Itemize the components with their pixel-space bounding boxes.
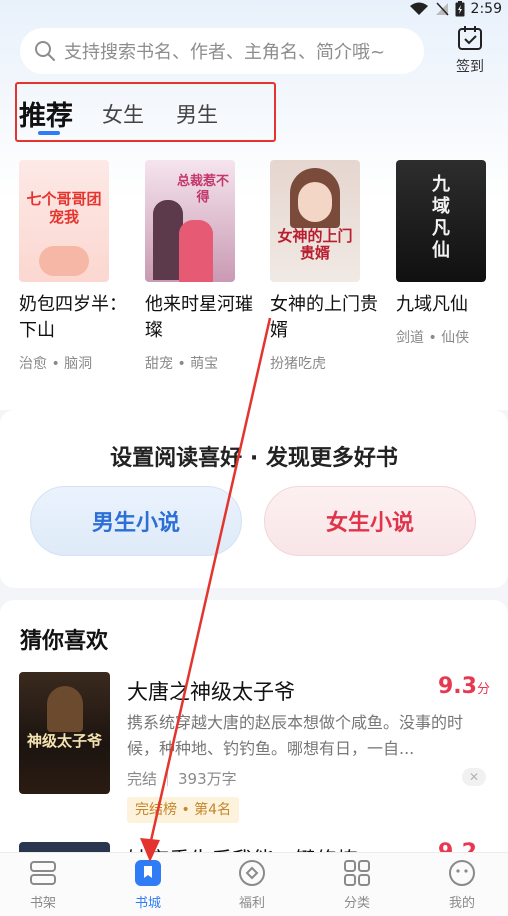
status-bar: 2:59 [409,0,502,18]
book-tags: 扮猪吃虎 [270,356,326,372]
cover-text: 总裁惹不得 [176,174,229,205]
book-title[interactable]: 大唐之神级太子爷 [127,676,295,706]
female-novel-button[interactable]: 女生小说 [264,486,476,556]
search-bar[interactable]: 支持搜索书名、作者、主角名、简介哦~ [20,28,424,74]
bookshelf-icon [30,861,56,885]
coin-icon [239,860,265,886]
nav-profile[interactable]: 我的 [432,858,492,911]
score-value: 9.3 [438,674,477,699]
book-title: 他来时星河璀璨 [145,294,253,341]
nav-welfare[interactable]: 福利 [222,858,282,911]
dismiss-button[interactable]: ✕ [462,768,486,786]
nav-category[interactable]: 分类 [327,858,387,911]
search-icon [35,41,55,61]
grid-icon [344,860,370,886]
nav-label: 福利 [238,896,265,911]
nav-label: 我的 [448,896,475,911]
book-tags: 甜宠 • 萌宝 [145,356,219,372]
cover-text: 七个哥哥团宠我 [26,190,102,226]
book-status: 完结 [127,770,158,788]
cover-text: 女神的上门贵婿 [277,227,353,262]
recommend-book[interactable]: 七个哥哥团宠我 奶包四岁半：下山 治愈 • 脑洞 [19,160,131,373]
wifi-icon [409,2,428,15]
book-title: 九域凡仙 [396,294,468,315]
book-cover: 七个哥哥团宠我 [19,160,109,282]
book-cover: 九域凡仙 [396,160,486,282]
rank-badge: 完结榜 • 第4名 [127,797,240,823]
checkin-label: 签到 [456,59,484,75]
cover-text: 九域凡仙 [432,174,450,261]
tab-recommend[interactable]: 推荐 [19,94,73,133]
book-score: 9.3分 [438,674,490,699]
score-unit: 分 [476,682,490,697]
checkin-button[interactable]: 签到 [444,24,496,76]
calendar-check-icon [458,26,482,50]
tab-female[interactable]: 女生 [102,99,144,129]
book-title[interactable]: 姑夜重生后我能一键修炼 [127,844,358,852]
book-cover: 总裁惹不得 [145,160,235,282]
book-cover[interactable]: 神级太子爷 [19,672,110,794]
bookstore-icon [135,860,161,886]
book-words: 393万字 [178,770,237,788]
book-meta: 完结 393万字 [127,768,237,789]
guess-section-title: 猜你喜欢 [20,629,109,654]
tab-male[interactable]: 男生 [176,99,218,129]
nav-label: 书城 [134,896,161,911]
male-novel-button[interactable]: 男生小说 [30,486,242,556]
search-placeholder: 支持搜索书名、作者、主角名、简介哦~ [64,42,386,63]
battery-icon [455,1,465,17]
cover-text: 神级太子爷 [26,732,102,750]
nav-bookstore[interactable]: 书城 [118,858,178,911]
smiley-face-icon [449,860,475,886]
recommend-book[interactable]: 九域凡仙 九域凡仙 剑道 • 仙侠 [396,160,508,347]
book-cover: 女神的上门贵婿 [270,160,360,282]
book-title: 女神的上门贵婿 [270,294,378,341]
status-time: 2:59 [470,1,502,17]
recommend-book[interactable]: 女神的上门贵婿 女神的上门贵婿 扮猪吃虎 [270,160,382,373]
preference-title: 设置阅读喜好 · 发现更多好书 [110,446,398,471]
recommend-book[interactable]: 总裁惹不得 他来时星河璀璨 甜宠 • 萌宝 [145,160,257,373]
nav-label: 分类 [343,896,370,911]
book-description: 携系统穿越大唐的赵辰本想做个咸鱼。没事的时候，种种地、钓钓鱼。哪想有日，一自..… [127,713,464,758]
book-tags: 剑道 • 仙侠 [396,330,470,346]
tab-active-indicator [38,131,60,135]
no-signal-icon [435,2,449,16]
nav-label: 书架 [29,896,56,911]
nav-bookshelf[interactable]: 书架 [13,858,73,911]
book-title: 奶包四岁半：下山 [19,294,127,341]
book-tags: 治愈 • 脑洞 [19,356,93,372]
